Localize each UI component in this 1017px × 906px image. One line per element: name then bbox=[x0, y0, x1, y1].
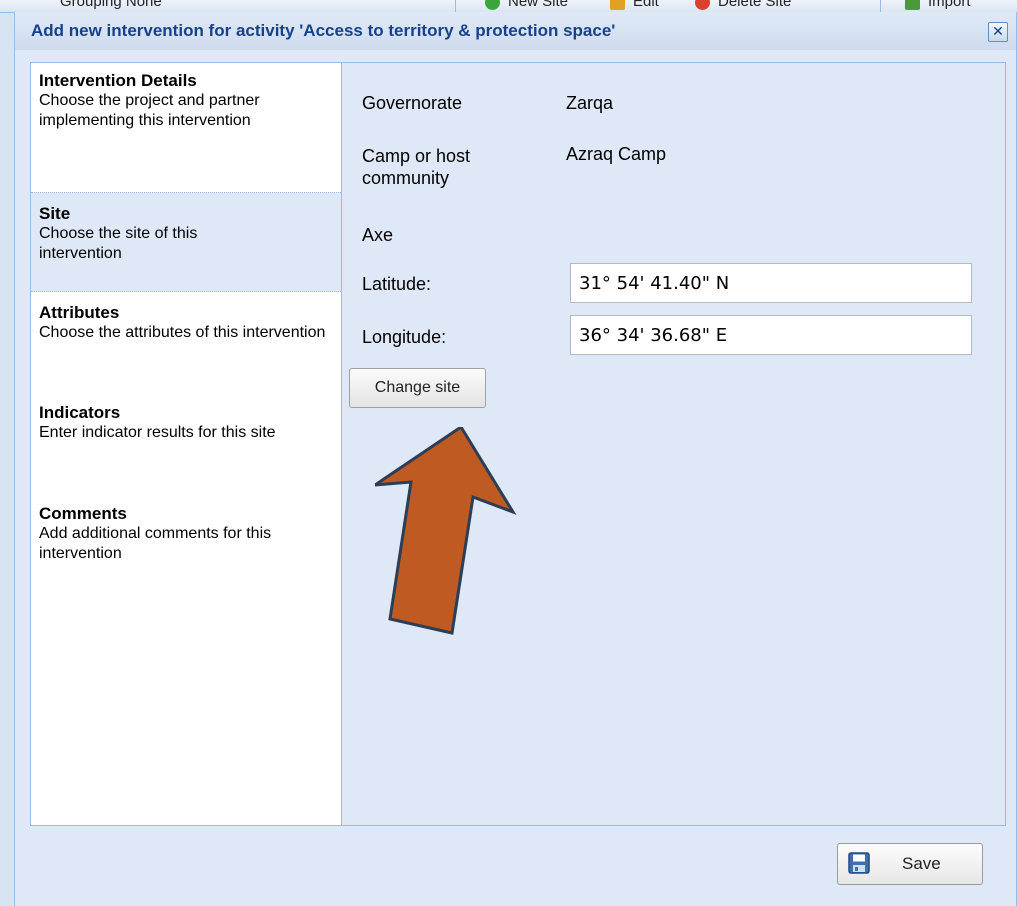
delete-icon bbox=[695, 0, 710, 10]
add-intervention-dialog: Add new intervention for activity 'Acces… bbox=[14, 12, 1017, 906]
nav-item-title: Attributes bbox=[39, 303, 120, 322]
governorate-label: Governorate bbox=[362, 93, 463, 113]
step-navigation: Intervention Details Choose the project … bbox=[30, 62, 342, 826]
new-site-label: New Site bbox=[508, 0, 569, 10]
nav-item-desc: Add additional comments for this interve… bbox=[39, 525, 272, 562]
add-icon bbox=[485, 0, 500, 10]
toolbar-separator bbox=[455, 0, 456, 12]
nav-item-site[interactable]: Site Choose the site of this interventio… bbox=[31, 192, 341, 292]
latitude-field[interactable] bbox=[570, 263, 972, 303]
longitude-label: Longitude: bbox=[362, 327, 447, 347]
save-disk-icon bbox=[848, 852, 870, 874]
toolbar-separator bbox=[880, 0, 881, 12]
longitude-field[interactable] bbox=[570, 315, 972, 355]
nav-item-indicators[interactable]: Indicators Enter indicator results for t… bbox=[31, 403, 341, 443]
nav-item-title: Indicators bbox=[39, 403, 121, 422]
nav-item-desc: Choose the attributes of this interventi… bbox=[39, 324, 326, 341]
nav-item-intervention-details[interactable]: Intervention Details Choose the project … bbox=[31, 71, 341, 131]
edit-icon bbox=[610, 0, 625, 10]
import-label: Import bbox=[928, 0, 971, 10]
axe-label: Axe bbox=[362, 225, 394, 245]
nav-item-desc: Choose the site of this intervention bbox=[39, 225, 198, 262]
camp-label: Camp or host community bbox=[362, 146, 471, 188]
latitude-label: Latitude: bbox=[362, 274, 432, 294]
save-button[interactable]: Save bbox=[837, 843, 983, 885]
annotation-arrow-icon bbox=[375, 427, 517, 635]
change-site-button[interactable]: Change site bbox=[349, 368, 486, 408]
save-label: Save bbox=[902, 854, 941, 873]
nav-item-comments[interactable]: Comments Add additional comments for thi… bbox=[31, 504, 341, 564]
nav-item-title: Intervention Details bbox=[39, 71, 197, 90]
nav-item-title: Comments bbox=[39, 504, 127, 523]
dialog-header[interactable]: Add new intervention for activity 'Acces… bbox=[15, 12, 1016, 50]
nav-item-attributes[interactable]: Attributes Choose the attributes of this… bbox=[31, 303, 341, 343]
nav-item-title: Site bbox=[39, 204, 71, 223]
edit-button[interactable]: Edit bbox=[610, 0, 659, 10]
governorate-value: Zarqa bbox=[566, 93, 614, 113]
new-site-button[interactable]: New Site bbox=[485, 0, 568, 10]
import-button[interactable]: Import bbox=[905, 0, 971, 10]
close-icon[interactable]: ✕ bbox=[988, 22, 1008, 42]
camp-value: Azraq Camp bbox=[566, 144, 667, 164]
grouping-button[interactable]: Grouping None bbox=[60, 0, 162, 10]
dialog-title: Add new intervention for activity 'Acces… bbox=[31, 21, 616, 40]
import-icon bbox=[905, 0, 920, 10]
edit-label: Edit bbox=[633, 0, 659, 10]
nav-item-desc: Enter indicator results for this site bbox=[39, 424, 276, 441]
nav-item-desc: Choose the project and partner implement… bbox=[39, 92, 260, 129]
grouping-label: Grouping None bbox=[60, 0, 162, 10]
delete-site-label: Delete Site bbox=[718, 0, 792, 10]
delete-site-button[interactable]: Delete Site bbox=[695, 0, 791, 10]
